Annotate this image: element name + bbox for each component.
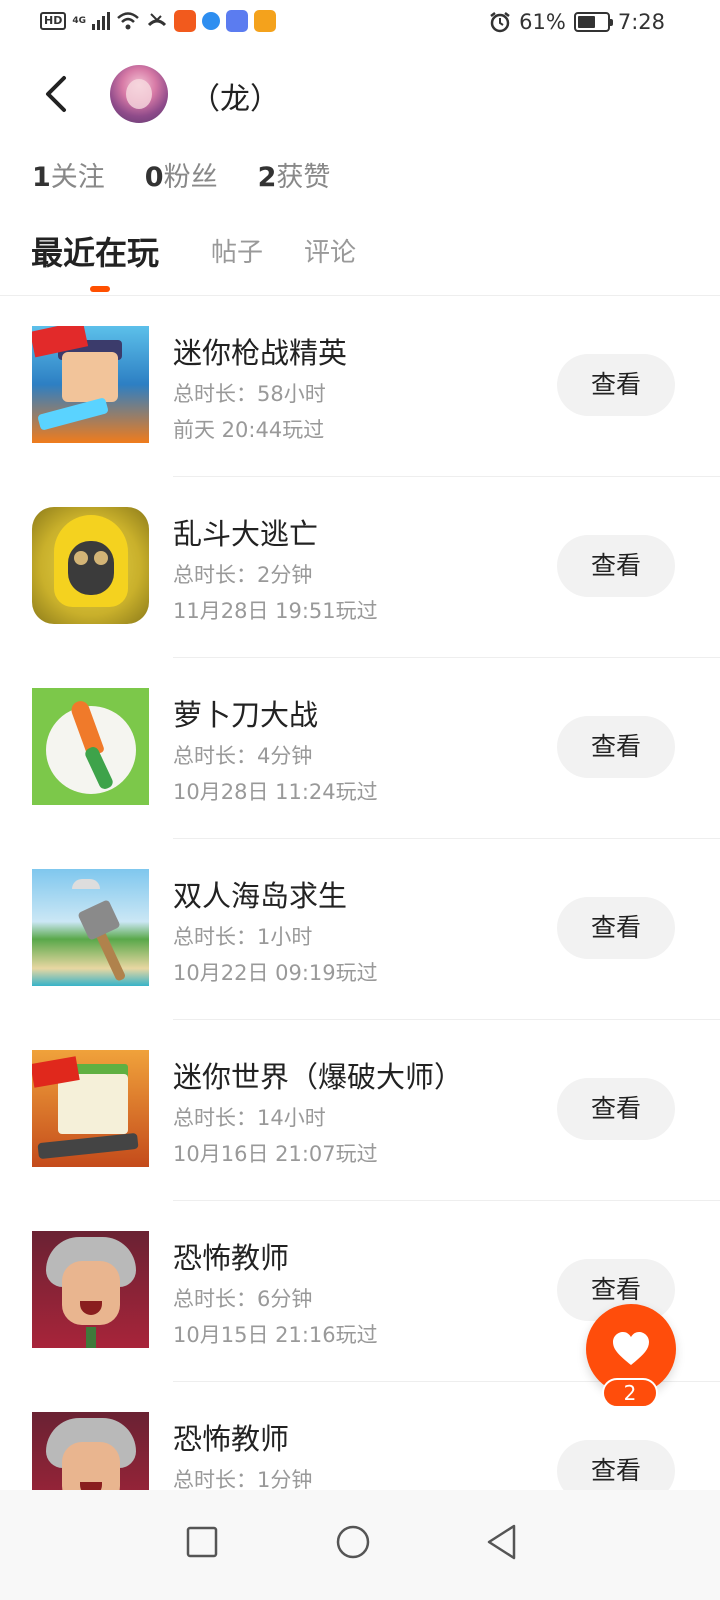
square-icon (186, 1526, 218, 1558)
game-icon (32, 1412, 149, 1496)
missed-call-icon (147, 13, 167, 27)
game-last-played: 10月15日 21:16玩过 (173, 1323, 378, 1347)
game-duration: 总时长：58小时 (173, 382, 326, 406)
view-button[interactable]: 查看 (557, 1078, 675, 1140)
game-duration: 总时长：2分钟 (173, 563, 313, 587)
avatar[interactable] (110, 65, 168, 123)
game-icon (32, 1231, 149, 1348)
app-icon (174, 10, 196, 32)
alarm-icon (490, 12, 510, 33)
tab-recently-played[interactable]: 最近在玩 (31, 228, 159, 274)
stat-fans[interactable]: 0粉丝 (145, 155, 218, 194)
view-button[interactable]: 查看 (557, 1440, 675, 1496)
network-type: 4G (72, 16, 86, 26)
fans-label: 粉丝 (163, 162, 218, 193)
following-count: 1 (32, 162, 51, 193)
heart-icon (613, 1332, 649, 1365)
stat-likes[interactable]: 2获赞 (258, 155, 331, 194)
like-count-badge: 2 (602, 1378, 658, 1408)
game-last-played: 10月16日 21:07玩过 (173, 1142, 378, 1166)
tab-posts[interactable]: 帖子 (211, 232, 263, 269)
view-button[interactable]: 查看 (557, 897, 675, 959)
game-title: 恐怖教师 (173, 1422, 290, 1456)
game-duration: 总时长：6分钟 (173, 1287, 313, 1311)
triangle-back-icon (487, 1524, 516, 1560)
profile-stats: 1关注 0粉丝 2获赞 (32, 155, 330, 194)
home-button[interactable] (321, 1510, 385, 1574)
game-title: 萝卜刀大战 (173, 698, 319, 732)
status-right: 61% 7:28 (489, 10, 665, 34)
likes-label: 获赞 (276, 162, 331, 193)
view-button[interactable]: 查看 (557, 354, 675, 416)
following-label: 关注 (50, 162, 105, 193)
game-last-played: 10月22日 09:19玩过 (173, 961, 378, 985)
fans-count: 0 (144, 162, 164, 193)
hd-icon: HD (40, 12, 67, 30)
game-icon (32, 326, 149, 443)
edu-app-icon (226, 10, 248, 32)
status-bar: HD 4G 61% 7:28 (0, 0, 720, 48)
list-item[interactable]: 迷你枪战精英 总时长：58小时 前天 20:44玩过 查看 (0, 296, 720, 477)
tab-comments[interactable]: 评论 (304, 232, 356, 269)
view-button[interactable]: 查看 (557, 716, 675, 778)
battery-percent: 61% (519, 10, 566, 34)
tab-indicator (90, 286, 110, 292)
recents-button[interactable] (170, 1510, 234, 1574)
profile-header: （龙） (0, 60, 720, 130)
signal-icon (92, 12, 110, 30)
game-title: 迷你世界（爆破大师） (173, 1060, 464, 1094)
back-button[interactable] (36, 72, 80, 116)
game-icon (32, 507, 149, 624)
game-icon (32, 688, 149, 805)
game-title: 恐怖教师 (173, 1241, 290, 1275)
game-icon (32, 869, 149, 986)
list-item[interactable]: 萝卜刀大战 总时长：4分钟 10月28日 11:24玩过 查看 (0, 658, 720, 839)
status-left: HD 4G (40, 10, 276, 32)
back-nav-button[interactable] (470, 1510, 534, 1574)
game-title: 乱斗大逃亡 (173, 517, 319, 551)
game-title: 迷你枪战精英 (173, 336, 348, 370)
news-app-icon (254, 10, 276, 32)
view-button[interactable]: 查看 (557, 535, 675, 597)
likes-count: 2 (257, 162, 277, 193)
game-icon (32, 1050, 149, 1167)
game-last-played: 11月28日 19:51玩过 (173, 599, 378, 623)
game-duration: 总时长：4分钟 (173, 744, 313, 768)
game-duration: 总时长：14小时 (173, 1106, 326, 1130)
list-item[interactable]: 乱斗大逃亡 总时长：2分钟 11月28日 19:51玩过 查看 (0, 477, 720, 658)
game-last-played: 前天 20:44玩过 (173, 418, 325, 442)
tab-bar: 最近在玩 帖子 评论 (0, 228, 720, 296)
circle-icon (336, 1525, 370, 1559)
chevron-left-icon (46, 76, 66, 112)
clock: 7:28 (617, 10, 665, 34)
system-nav-bar (0, 1490, 720, 1600)
game-duration: 总时长：1小时 (173, 925, 313, 949)
list-item[interactable]: 双人海岛求生 总时长：1小时 10月22日 09:19玩过 查看 (0, 839, 720, 1020)
game-last-played: 10月28日 11:24玩过 (173, 780, 378, 804)
stat-following[interactable]: 1关注 (32, 155, 105, 194)
user-name: （龙） (190, 82, 280, 117)
game-title: 双人海岛求生 (173, 879, 348, 913)
battery-icon (573, 12, 613, 32)
wifi-icon (117, 12, 139, 30)
browser-icon (202, 12, 220, 30)
list-item[interactable]: 迷你世界（爆破大师） 总时长：14小时 10月16日 21:07玩过 查看 (0, 1020, 720, 1201)
